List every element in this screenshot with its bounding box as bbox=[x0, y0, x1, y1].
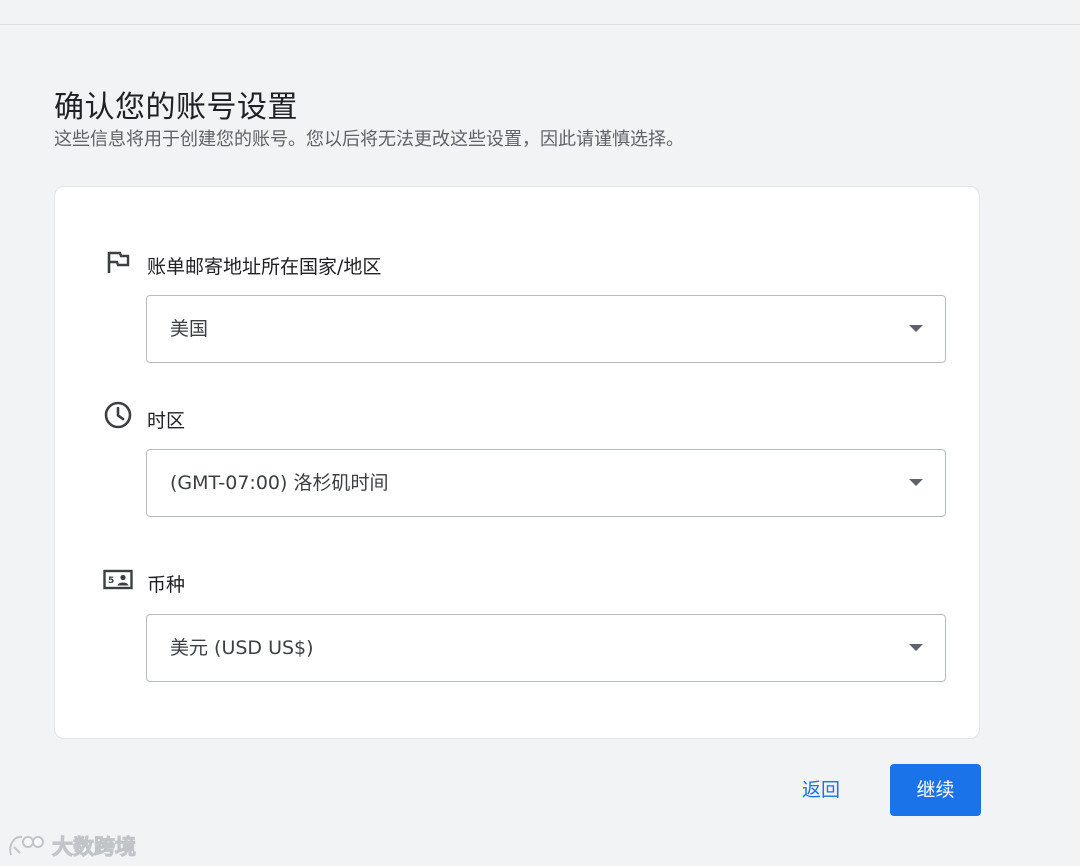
clock-icon bbox=[103, 400, 133, 430]
page-title: 确认您的账号设置 bbox=[54, 90, 298, 125]
country-value: 美国 bbox=[170, 318, 209, 340]
timezone-value: (GMT-07:00) 洛杉矶时间 bbox=[170, 472, 389, 494]
currency-value: 美元 (USD US$) bbox=[170, 637, 314, 659]
chevron-down-icon bbox=[909, 644, 923, 651]
back-button[interactable]: 返回 bbox=[784, 764, 858, 816]
top-strip bbox=[0, 0, 1080, 25]
chevron-down-icon bbox=[909, 479, 923, 486]
currency-select[interactable]: 美元 (USD US$) bbox=[146, 614, 946, 682]
country-select[interactable]: 美国 bbox=[146, 295, 946, 363]
country-label: 账单邮寄地址所在国家/地区 bbox=[147, 256, 382, 278]
currency-label: 币种 bbox=[147, 574, 186, 596]
flag-icon bbox=[103, 247, 133, 277]
timezone-select[interactable]: (GMT-07:00) 洛杉矶时间 bbox=[146, 449, 946, 517]
timezone-label: 时区 bbox=[147, 410, 186, 432]
continue-button[interactable]: 继续 bbox=[890, 764, 981, 816]
page-subtitle: 这些信息将用于创建您的账号。您以后将无法更改这些设置，因此请谨慎选择。 bbox=[54, 129, 684, 150]
chevron-down-icon bbox=[909, 325, 923, 332]
settings-card: 账单邮寄地址所在国家/地区 美国 时区 (GMT-07:00) 洛杉矶时间 5 bbox=[54, 186, 980, 739]
svg-text:5: 5 bbox=[108, 576, 114, 586]
watermark-logo-icon bbox=[9, 835, 44, 856]
watermark: 大数跨境 bbox=[6, 828, 137, 864]
currency-icon: 5 bbox=[103, 565, 133, 595]
watermark-text: 大数跨境 bbox=[52, 835, 137, 860]
page: 确认您的账号设置 这些信息将用于创建您的账号。您以后将无法更改这些设置，因此请谨… bbox=[0, 0, 1080, 866]
